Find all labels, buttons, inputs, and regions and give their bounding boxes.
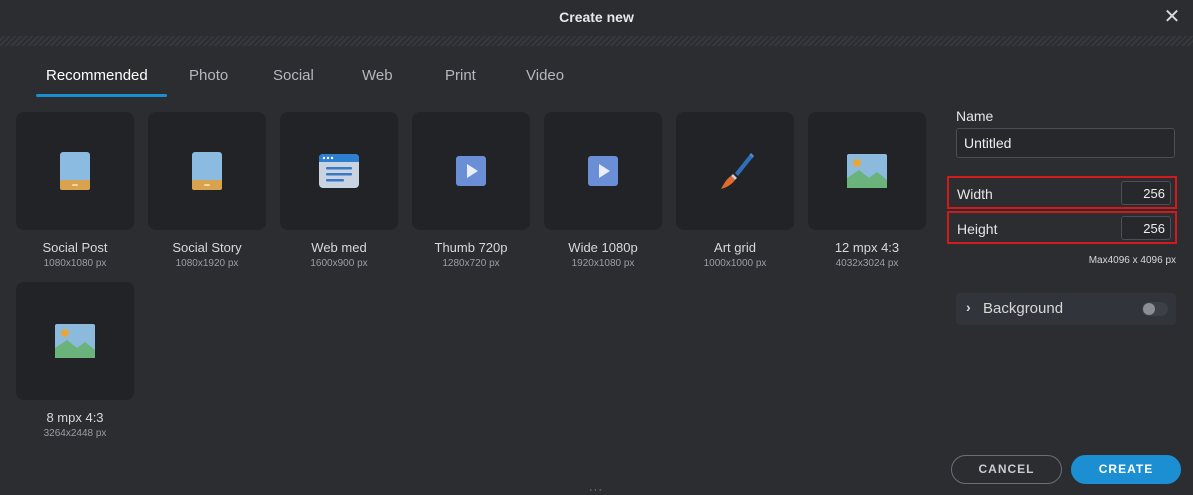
cancel-button[interactable]: CANCEL bbox=[951, 455, 1062, 484]
paintbrush-icon bbox=[721, 153, 754, 189]
play-icon bbox=[588, 156, 618, 186]
preset-social-story[interactable]: Social Story 1080x1920 px bbox=[148, 112, 266, 269]
preset-dimensions: 1920x1080 px bbox=[571, 258, 635, 269]
name-label: Name bbox=[956, 108, 994, 124]
phone-icon bbox=[192, 152, 222, 190]
preset-web-med[interactable]: Web med 1600x900 px bbox=[280, 112, 398, 269]
chevron-right-icon: › bbox=[966, 299, 971, 315]
preset-dimensions: 1280x720 px bbox=[442, 258, 500, 269]
height-input[interactable] bbox=[1121, 216, 1171, 240]
toggle-knob bbox=[1143, 303, 1155, 315]
resize-grip-icon[interactable]: ··· bbox=[589, 484, 603, 495]
preset-name: 8 mpx 4:3 bbox=[46, 410, 104, 425]
titlebar-divider bbox=[0, 36, 1193, 46]
landscape-image-icon bbox=[847, 154, 887, 188]
preset-8mpx-4-3[interactable]: 8 mpx 4:3 3264x2448 px bbox=[16, 282, 134, 439]
preset-thumb-720p[interactable]: Thumb 720p 1280x720 px bbox=[412, 112, 530, 269]
width-row: Width bbox=[947, 176, 1177, 209]
preset-card bbox=[676, 112, 794, 230]
preset-name: Thumb 720p bbox=[434, 240, 508, 255]
active-tab-indicator bbox=[36, 94, 167, 97]
preset-12mpx-4-3[interactable]: 12 mpx 4:3 4032x3024 px bbox=[808, 112, 926, 269]
tab-video[interactable]: Video bbox=[526, 56, 564, 96]
preset-wide-1080p[interactable]: Wide 1080p 1920x1080 px bbox=[544, 112, 662, 269]
preset-card bbox=[16, 282, 134, 400]
width-input[interactable] bbox=[1121, 181, 1171, 205]
preset-dimensions: 1080x1080 px bbox=[43, 258, 107, 269]
preset-name: Social Post bbox=[42, 240, 108, 255]
preset-social-post[interactable]: Social Post 1080x1080 px bbox=[16, 112, 134, 269]
background-section[interactable]: › Background bbox=[956, 293, 1176, 325]
tab-social[interactable]: Social bbox=[273, 56, 314, 96]
preset-card bbox=[16, 112, 134, 230]
tab-recommended[interactable]: Recommended bbox=[46, 56, 148, 96]
name-input[interactable] bbox=[956, 128, 1175, 158]
close-icon[interactable]: ✕ bbox=[1163, 6, 1181, 28]
preset-dimensions: 1600x900 px bbox=[310, 258, 368, 269]
preset-name: Wide 1080p bbox=[568, 240, 638, 255]
preset-dimensions: 4032x3024 px bbox=[835, 258, 899, 269]
max-size-note: Max4096 x 4096 px bbox=[1088, 255, 1176, 266]
height-row: Height bbox=[947, 211, 1177, 244]
tab-photo[interactable]: Photo bbox=[189, 56, 228, 96]
preset-dimensions: 1080x1920 px bbox=[175, 258, 239, 269]
preset-name: Art grid bbox=[714, 240, 756, 255]
background-toggle[interactable] bbox=[1142, 302, 1168, 316]
preset-dimensions: 3264x2448 px bbox=[43, 428, 107, 439]
preset-card bbox=[544, 112, 662, 230]
dialog-title: Create new bbox=[559, 9, 634, 25]
browser-window-icon bbox=[319, 154, 359, 188]
tab-print[interactable]: Print bbox=[445, 56, 476, 96]
preset-card bbox=[280, 112, 398, 230]
preset-art-grid[interactable]: Art grid 1000x1000 px bbox=[676, 112, 794, 269]
play-icon bbox=[456, 156, 486, 186]
background-label: Background bbox=[983, 300, 1064, 317]
height-label: Height bbox=[957, 221, 998, 237]
tab-web[interactable]: Web bbox=[362, 56, 393, 96]
landscape-image-icon bbox=[55, 324, 95, 358]
create-button[interactable]: CREATE bbox=[1071, 455, 1181, 484]
dialog-titlebar: Create new ✕ bbox=[0, 0, 1193, 36]
preset-dimensions: 1000x1000 px bbox=[703, 258, 767, 269]
width-label: Width bbox=[957, 186, 993, 202]
preset-card bbox=[148, 112, 266, 230]
preset-name: 12 mpx 4:3 bbox=[834, 240, 900, 255]
phone-icon bbox=[60, 152, 90, 190]
preset-card bbox=[412, 112, 530, 230]
preset-card bbox=[808, 112, 926, 230]
preset-name: Social Story bbox=[172, 240, 242, 255]
preset-name: Web med bbox=[311, 240, 367, 255]
